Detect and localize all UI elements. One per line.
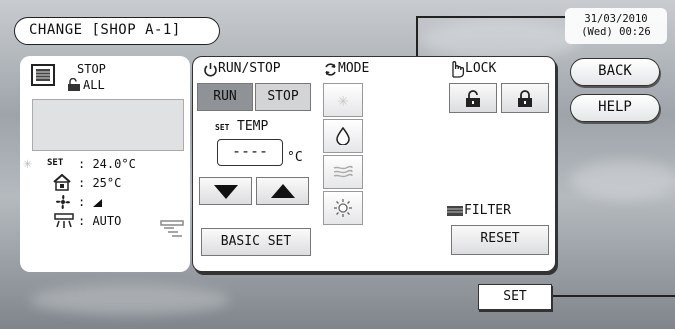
group-text: ALL <box>83 78 105 92</box>
datetime-display: 31/03/2010 (Wed) 00:26 <box>565 8 667 44</box>
run-button[interactable]: RUN <box>197 83 253 111</box>
run-state-text: STOP <box>77 62 106 76</box>
sun-icon <box>334 199 352 217</box>
indoor-unit-icon <box>31 64 55 86</box>
hand-icon <box>452 61 465 78</box>
message-box <box>32 99 184 151</box>
date-text: 31/03/2010 <box>584 13 648 25</box>
mode-fan-button[interactable] <box>323 155 363 189</box>
louver-icon <box>54 213 74 228</box>
lock-title: LOCK <box>465 61 497 76</box>
time-text: (Wed) 00:26 <box>581 26 651 38</box>
control-panel: RUN/STOP RUN STOP SET TEMP ---- °C BASIC… <box>192 56 556 272</box>
stop-button[interactable]: STOP <box>255 83 311 111</box>
help-button[interactable]: HELP <box>570 94 660 122</box>
mode-cycle-icon <box>325 63 336 76</box>
screen: { "header": { "title": "CHANGE [SHOP A-1… <box>0 0 675 329</box>
cloud <box>30 285 230 315</box>
mode-title: MODE <box>338 61 370 76</box>
ventilation-icon <box>160 220 184 237</box>
temp-display: ---- <box>217 139 283 166</box>
mode-cool-button[interactable]: ✳ <box>323 83 363 117</box>
cloud <box>420 20 580 60</box>
fan-icon <box>333 165 353 178</box>
room-icon <box>53 174 71 191</box>
triangle-down-icon <box>213 185 238 199</box>
filter-reset-button[interactable]: RESET <box>451 225 549 255</box>
temp-down-button[interactable] <box>199 177 252 205</box>
run-stop-title: RUN/STOP <box>218 61 281 76</box>
lock-button[interactable] <box>501 83 549 113</box>
status-panel: STOP ALL ✳ SET : 24.0°C : 25°C : : AUTO <box>20 56 190 272</box>
mode-heat-button[interactable] <box>323 191 363 225</box>
lock-icon <box>68 78 80 91</box>
unlock-icon <box>466 90 480 107</box>
louver-text: : AUTO <box>78 214 122 228</box>
temp-unit: °C <box>287 150 303 165</box>
fan-speed-icon <box>55 194 71 210</box>
temp-title: TEMP <box>237 119 269 134</box>
snowflake-icon: ✳ <box>23 154 33 172</box>
cloud <box>570 160 675 200</box>
unlock-button[interactable] <box>449 83 497 113</box>
mode-dry-button[interactable] <box>323 119 363 153</box>
basic-set-button[interactable]: BASIC SET <box>201 228 311 256</box>
temp-up-button[interactable] <box>256 177 309 205</box>
snowflake-icon: ✳ <box>337 89 349 111</box>
filter-icon <box>447 206 463 216</box>
fan-level-icon <box>93 199 102 207</box>
lock-icon <box>518 90 532 107</box>
triangle-up-icon <box>270 184 295 198</box>
back-button[interactable]: BACK <box>570 58 660 86</box>
leader-line <box>416 16 418 58</box>
power-icon <box>204 63 217 77</box>
set-temp-icon: SET <box>47 158 64 168</box>
fan-speed-text: : <box>78 195 86 209</box>
temp-set-icon: SET <box>215 123 230 132</box>
leader-line <box>552 295 675 297</box>
leader-line <box>416 16 565 18</box>
set-button[interactable]: SET <box>478 284 552 310</box>
set-temp-text: : 24.0°C <box>78 157 136 171</box>
room-temp-text: : 25°C <box>78 176 122 190</box>
page-title: CHANGE [SHOP A-1] <box>14 17 220 45</box>
droplet-icon <box>336 127 350 145</box>
filter-title: FILTER <box>464 203 511 218</box>
